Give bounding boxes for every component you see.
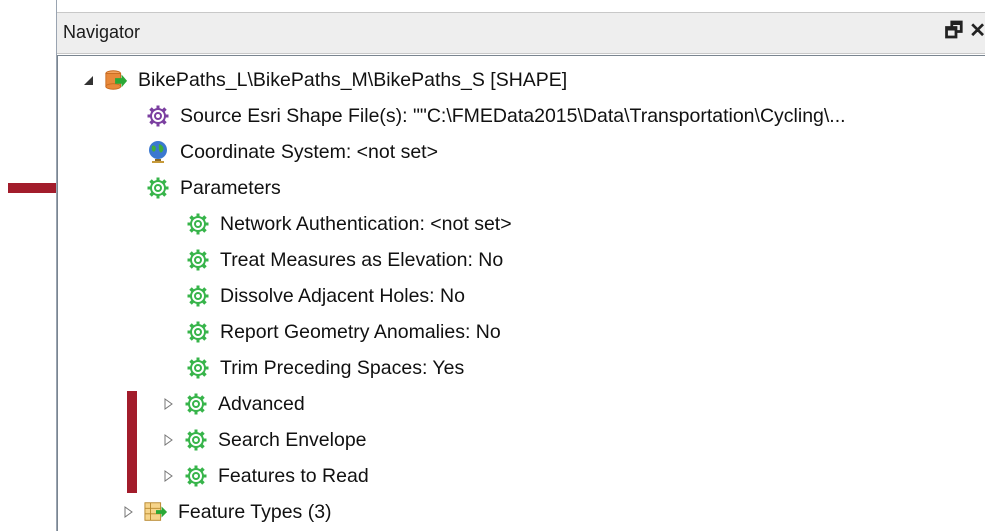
expanded-triangle-icon[interactable] xyxy=(80,72,96,88)
tree-item-param[interactable]: Trim Preceding Spaces: Yes xyxy=(186,351,464,385)
tree-item-dataset[interactable]: BikePaths_L\BikePaths_M\BikePaths_S [SHA… xyxy=(80,63,567,97)
purple-gear-icon xyxy=(146,104,170,128)
group-label: Features to Read xyxy=(218,464,369,487)
group-label: Advanced xyxy=(218,392,305,415)
close-icon[interactable]: ✕ xyxy=(969,20,985,42)
tree-item-coordinate-system[interactable]: Coordinate System: <not set> xyxy=(146,135,438,169)
navigator-panel: Navigator 🗗 ✕ BikePaths_L\BikePaths_M\Bi… xyxy=(56,0,985,531)
collapsed-triangle-icon[interactable] xyxy=(160,432,176,448)
param-label: Report Geometry Anomalies: No xyxy=(220,320,501,343)
dataset-label: BikePaths_L\BikePaths_M\BikePaths_S [SHA… xyxy=(138,68,568,91)
collapsed-triangle-icon[interactable] xyxy=(120,504,136,520)
green-gear-icon xyxy=(186,212,210,236)
navigator-tree: BikePaths_L\BikePaths_M\BikePaths_S [SHA… xyxy=(57,55,985,531)
tree-item-param[interactable]: Report Geometry Anomalies: No xyxy=(186,315,501,349)
tree-item-param[interactable]: Dissolve Adjacent Holes: No xyxy=(186,279,465,313)
source-label: Source Esri Shape File(s): ""C:\FMEData2… xyxy=(180,104,846,127)
float-window-icon[interactable]: 🗗 xyxy=(944,20,963,42)
group-label: Search Envelope xyxy=(218,428,367,451)
collapsed-triangle-icon[interactable] xyxy=(160,468,176,484)
annotation-bar xyxy=(127,391,137,493)
param-label: Dissolve Adjacent Holes: No xyxy=(220,284,465,307)
param-label: Trim Preceding Spaces: Yes xyxy=(220,356,465,379)
tree-item-source[interactable]: Source Esri Shape File(s): ""C:\FMEData2… xyxy=(146,99,846,133)
collapsed-triangle-icon[interactable] xyxy=(160,396,176,412)
dataset-reader-icon xyxy=(104,68,128,92)
tree-item-parameters[interactable]: Parameters xyxy=(146,171,281,205)
title-controls: 🗗 ✕ xyxy=(944,20,985,42)
tree-item-group-advanced[interactable]: Advanced xyxy=(160,387,305,421)
green-gear-icon xyxy=(186,248,210,272)
tree-item-param[interactable]: Network Authentication: <not set> xyxy=(186,207,512,241)
green-gear-icon xyxy=(184,392,208,416)
globe-icon xyxy=(146,140,170,164)
feature-types-icon xyxy=(144,500,168,524)
navigator-titlebar: Navigator 🗗 ✕ xyxy=(57,12,985,54)
tree-item-feature-types[interactable]: Feature Types (3) xyxy=(120,495,332,529)
green-gear-icon xyxy=(186,320,210,344)
green-gear-icon xyxy=(186,356,210,380)
panel-title: Navigator xyxy=(63,22,141,42)
green-gear-icon xyxy=(146,176,170,200)
parameters-label: Parameters xyxy=(180,176,281,199)
tree-item-group-search-envelope[interactable]: Search Envelope xyxy=(160,423,367,457)
coordinate-system-label: Coordinate System: <not set> xyxy=(180,140,438,163)
tree-item-group-features-to-read[interactable]: Features to Read xyxy=(160,459,369,493)
param-label: Treat Measures as Elevation: No xyxy=(220,248,504,271)
green-gear-icon xyxy=(184,464,208,488)
param-label: Network Authentication: <not set> xyxy=(220,212,512,235)
feature-types-label: Feature Types (3) xyxy=(178,500,332,523)
green-gear-icon xyxy=(184,428,208,452)
green-gear-icon xyxy=(186,284,210,308)
tree-item-param[interactable]: Treat Measures as Elevation: No xyxy=(186,243,503,277)
